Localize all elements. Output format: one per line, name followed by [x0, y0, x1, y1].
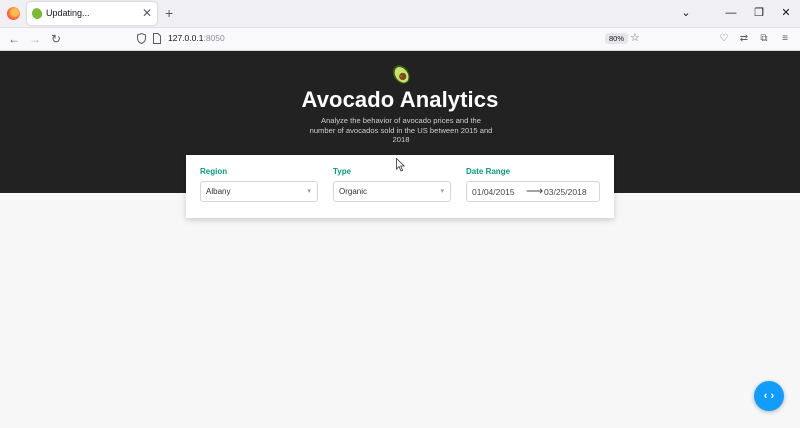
firefox-icon[interactable] — [7, 7, 20, 20]
date-range-filter: Date Range 01/04/2015 ⟶ 03/25/2018 — [466, 167, 600, 202]
avocado-favicon — [30, 6, 44, 21]
url-bar[interactable]: 127.0.0.1:8050 80% ☆ — [130, 30, 650, 48]
minimize-button[interactable]: — — [719, 5, 743, 21]
region-dropdown[interactable]: Albany ▾ — [200, 181, 318, 202]
close-window-button[interactable]: ✕ — [774, 5, 798, 21]
url-text[interactable]: 127.0.0.1:8050 — [168, 33, 225, 43]
back-button[interactable]: ← — [6, 31, 22, 47]
cursor-icon — [396, 158, 406, 172]
type-filter: Type Organic ▾ — [333, 167, 451, 202]
avocado-logo-icon — [392, 65, 410, 84]
debug-menu-button[interactable]: ‹ › — [754, 381, 784, 411]
shield-icon[interactable] — [137, 33, 146, 44]
region-value: Albany — [206, 187, 231, 196]
page-title: Avocado Analytics — [301, 87, 499, 112]
url-port: :8050 — [203, 33, 225, 43]
arrow-right-icon: ⟶ — [526, 184, 544, 198]
type-label: Type — [333, 167, 352, 176]
restore-button[interactable]: ❐ — [747, 5, 771, 21]
menu-icon[interactable]: ≡ — [777, 32, 793, 46]
page-icon[interactable] — [153, 33, 161, 44]
page-subtitle: Analyze the behavior of avocado prices a… — [306, 116, 496, 145]
page-content: Avocado Analytics Analyze the behavior o… — [0, 51, 800, 428]
forward-button[interactable]: → — [27, 31, 43, 47]
browser-tab-active[interactable]: Updating... ✕ — [27, 2, 157, 25]
star-icon[interactable]: ☆ — [630, 31, 640, 44]
end-date-input[interactable]: 03/25/2018 — [544, 187, 587, 197]
browser-nav-bar: ← → ↻ 127.0.0.1:8050 80% ☆ ♡ ⇄ ⧉ ≡ — [0, 28, 800, 51]
region-label: Region — [200, 167, 228, 176]
tab-title: Updating... — [46, 8, 90, 18]
region-filter: Region Albany ▾ — [200, 167, 318, 202]
chevron-down-icon[interactable]: ▾ — [440, 187, 444, 195]
date-range-label: Date Range — [466, 167, 511, 176]
subtitle-line: 2018 — [392, 135, 410, 144]
extensions-icon[interactable]: ⧉ — [756, 32, 772, 46]
reload-button[interactable]: ↻ — [48, 31, 64, 47]
date-range-picker: 01/04/2015 ⟶ 03/25/2018 — [466, 181, 600, 202]
zoom-indicator[interactable]: 80% — [605, 33, 629, 44]
subtitle-line: Analyze the behavior of avocado prices a… — [321, 116, 481, 125]
browser-tab-bar: Updating... ✕ + ⌄ — ❐ ✕ — [0, 0, 800, 28]
code-icon: ‹ › — [763, 390, 775, 402]
new-tab-button[interactable]: + — [165, 5, 173, 21]
tab-close-icon[interactable]: ✕ — [142, 6, 152, 20]
type-value: Organic — [339, 187, 368, 196]
type-dropdown[interactable]: Organic ▾ — [333, 181, 451, 202]
url-host: 127.0.0.1 — [168, 33, 204, 43]
start-date-input[interactable]: 01/04/2015 — [472, 187, 515, 197]
translate-icon[interactable]: ⇄ — [736, 32, 752, 46]
chevron-down-icon[interactable]: ▾ — [307, 187, 311, 195]
pocket-icon[interactable]: ♡ — [716, 32, 732, 46]
subtitle-line: number of avocados sold in the US betwee… — [309, 125, 493, 135]
list-all-tabs-button[interactable]: ⌄ — [674, 5, 698, 21]
